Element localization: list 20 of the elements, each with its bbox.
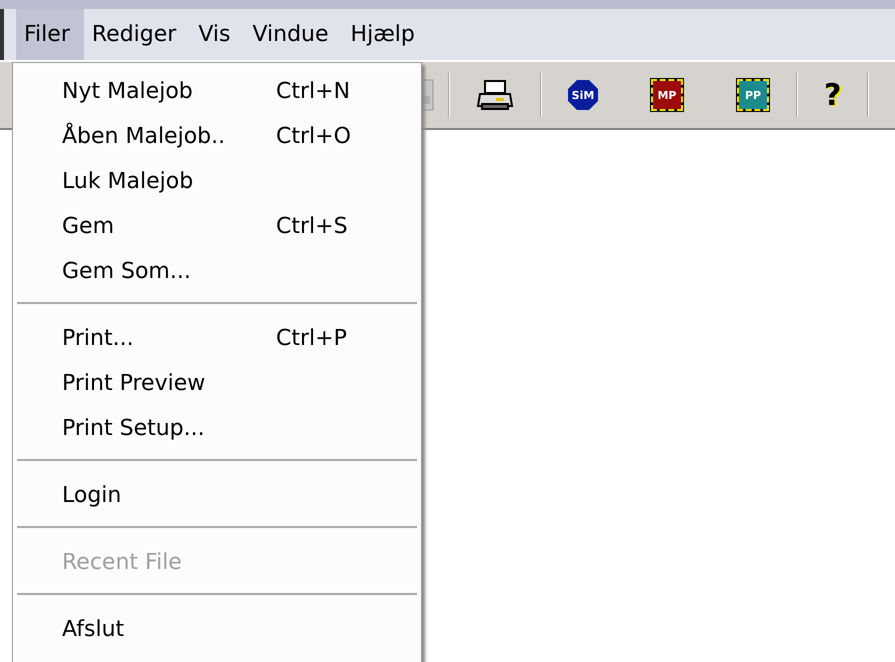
menu-item[interactable]: Print Preview [13, 361, 421, 406]
menu-item[interactable]: Afslut [13, 607, 421, 652]
menu-item[interactable]: Print Setup... [13, 406, 421, 451]
square-icon[interactable]: MP [650, 78, 684, 112]
menu-item[interactable]: Nyt Malejob Ctrl+N [13, 69, 421, 114]
menu-item[interactable]: Login [13, 473, 421, 518]
menu-bar-item[interactable]: Vindue [244, 9, 343, 60]
menu-bar-item[interactable]: Vis [190, 9, 244, 60]
menu-bar-item[interactable]: Hjælp [342, 9, 429, 60]
menu-item[interactable]: Luk Malejob [13, 159, 421, 204]
menu-item[interactable]: Gem Ctrl+S [13, 204, 421, 249]
menu-item[interactable]: Gem Som... [13, 249, 421, 294]
menu-bar-item[interactable]: Filer [16, 9, 84, 60]
square-icon[interactable]: PP [736, 78, 770, 112]
menu-item[interactable]: Print... Ctrl+P [13, 316, 421, 361]
menu-item[interactable]: Åben Malejob.. Ctrl+O [13, 114, 421, 159]
sim-icon[interactable]: SiM [568, 80, 598, 110]
help-icon[interactable]: ? [824, 78, 842, 112]
menu-bar-item[interactable]: Rediger [84, 9, 190, 60]
printer-icon[interactable] [476, 78, 514, 112]
